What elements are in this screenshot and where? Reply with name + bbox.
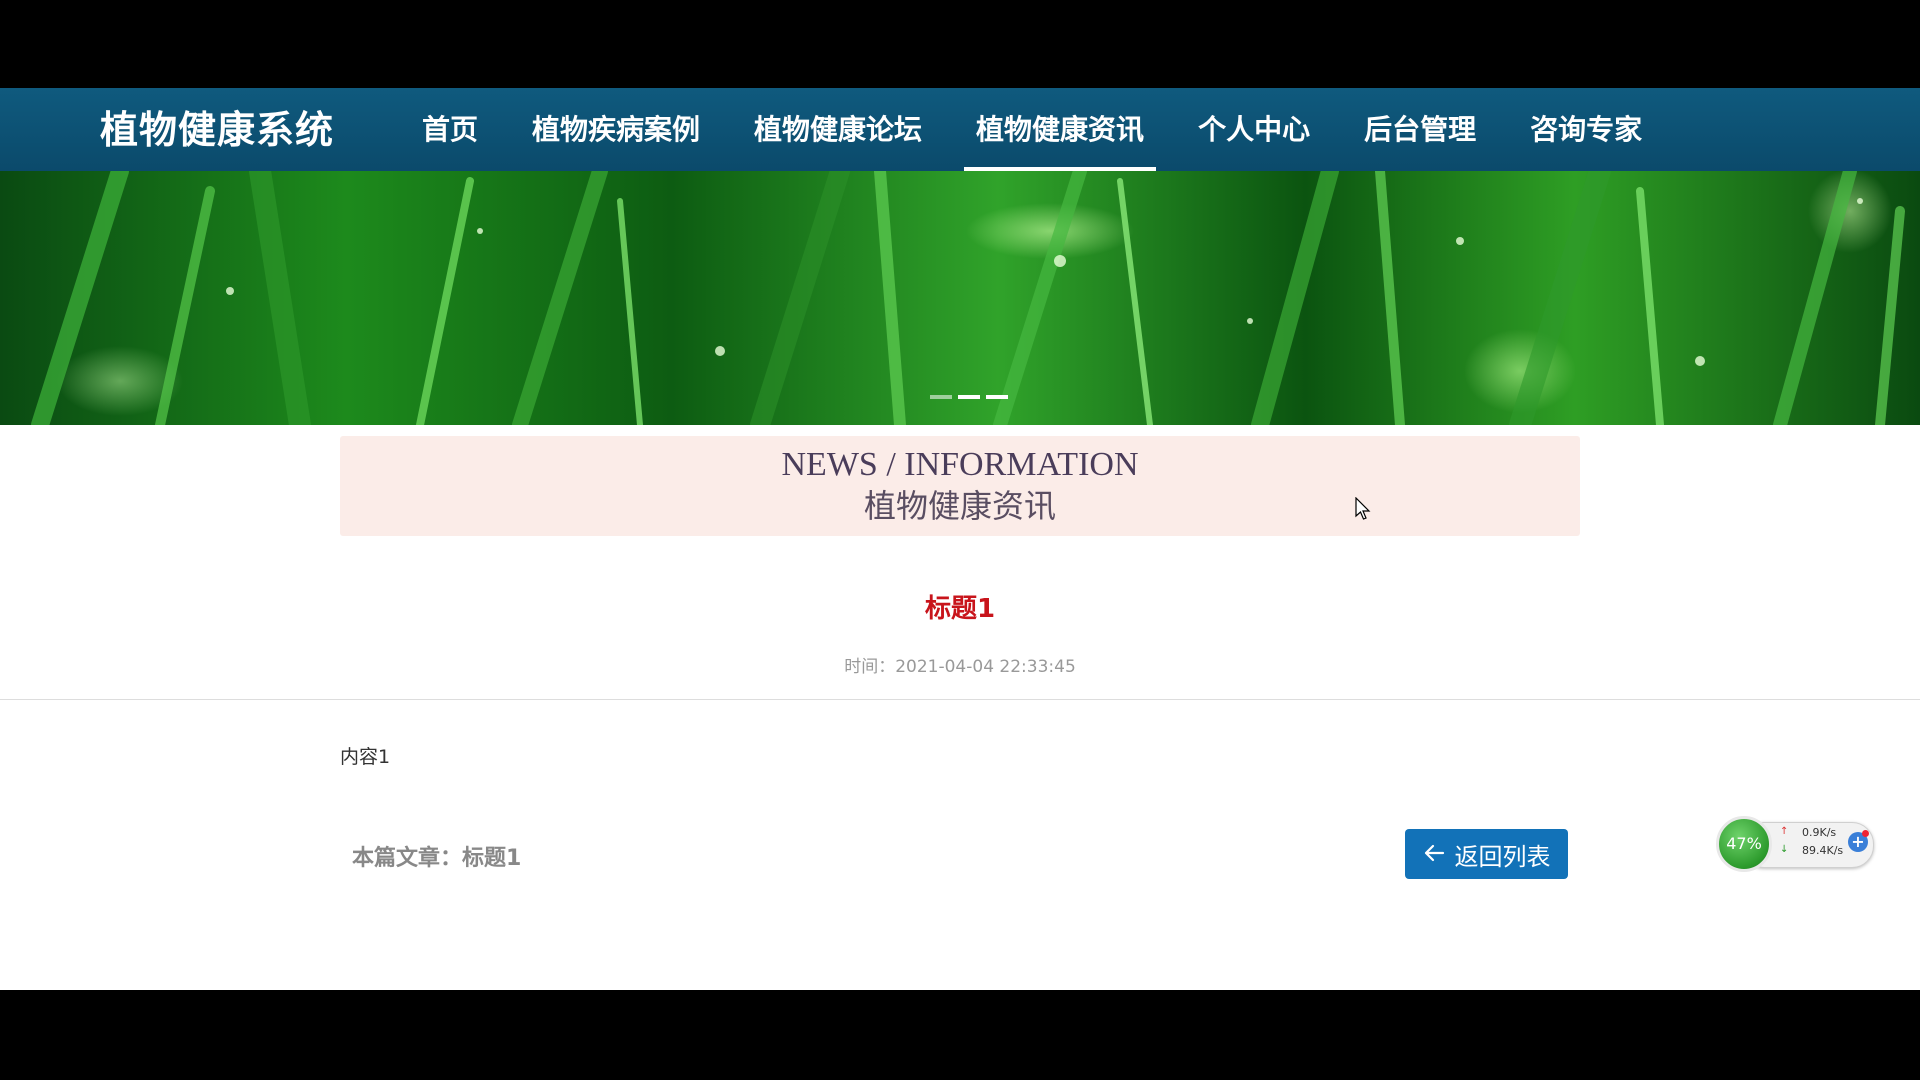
carousel-dot-2[interactable] xyxy=(958,395,980,399)
current-article-label: 本篇文章：标题1 xyxy=(352,846,522,871)
notification-badge xyxy=(1862,830,1869,837)
nav-item-disease-cases[interactable]: 植物疾病案例 xyxy=(520,88,712,171)
article-time: 时间：2021-04-04 22:33:45 xyxy=(844,657,1076,677)
page: 植物健康系统 首页 植物疾病案例 植物健康论坛 植物健康资讯 个人中心 后台管理… xyxy=(0,88,1920,990)
nav-item-consult-expert[interactable]: 咨询专家 xyxy=(1518,88,1654,171)
upload-speed: 0.9K/s xyxy=(1802,826,1837,839)
navbar: 植物健康系统 首页 植物疾病案例 植物健康论坛 植物健康资讯 个人中心 后台管理… xyxy=(0,88,1920,171)
nav-item-home[interactable]: 首页 xyxy=(410,88,490,171)
upload-arrow-icon: ↑ xyxy=(1780,826,1789,837)
nav-item-personal-center[interactable]: 个人中心 xyxy=(1186,88,1322,171)
nav-item-admin[interactable]: 后台管理 xyxy=(1352,88,1488,171)
section-title-english: NEWS / INFORMATION xyxy=(781,446,1139,483)
mouse-cursor-icon xyxy=(1355,496,1371,525)
carousel-dot-3[interactable] xyxy=(986,395,1008,399)
screen: 植物健康系统 首页 植物疾病案例 植物健康论坛 植物健康资讯 个人中心 后台管理… xyxy=(0,0,1920,1080)
section-heading: NEWS / INFORMATION 植物健康资讯 xyxy=(340,436,1580,536)
cpu-usage-gauge[interactable]: 47% xyxy=(1716,816,1772,872)
nav-item-news[interactable]: 植物健康资讯 xyxy=(964,88,1157,171)
section-title-chinese: 植物健康资讯 xyxy=(863,487,1056,525)
article-content: 内容1 xyxy=(340,746,391,768)
banner-carousel[interactable] xyxy=(0,171,1920,425)
back-to-list-button[interactable]: 返回列表 xyxy=(1405,829,1568,879)
divider xyxy=(0,699,1920,700)
back-to-list-label: 返回列表 xyxy=(1454,842,1551,871)
download-arrow-icon: ↓ xyxy=(1780,844,1789,855)
article-title: 标题1 xyxy=(924,594,996,624)
carousel-dot-1[interactable] xyxy=(930,395,952,399)
brand-logo[interactable]: 植物健康系统 xyxy=(100,102,334,158)
arrow-left-icon xyxy=(1423,840,1445,868)
nav-item-forum[interactable]: 植物健康论坛 xyxy=(742,88,934,171)
network-speed-widget[interactable]: ↑ 0.9K/s ↓ 89.4K/s + 47% xyxy=(1716,816,1874,872)
download-speed: 89.4K/s xyxy=(1802,844,1844,857)
nav-menu: 首页 植物疾病案例 植物健康论坛 植物健康资讯 个人中心 后台管理 咨询专家 xyxy=(410,88,1684,171)
carousel-indicators xyxy=(930,395,1014,399)
banner-grass-image xyxy=(31,171,1905,425)
